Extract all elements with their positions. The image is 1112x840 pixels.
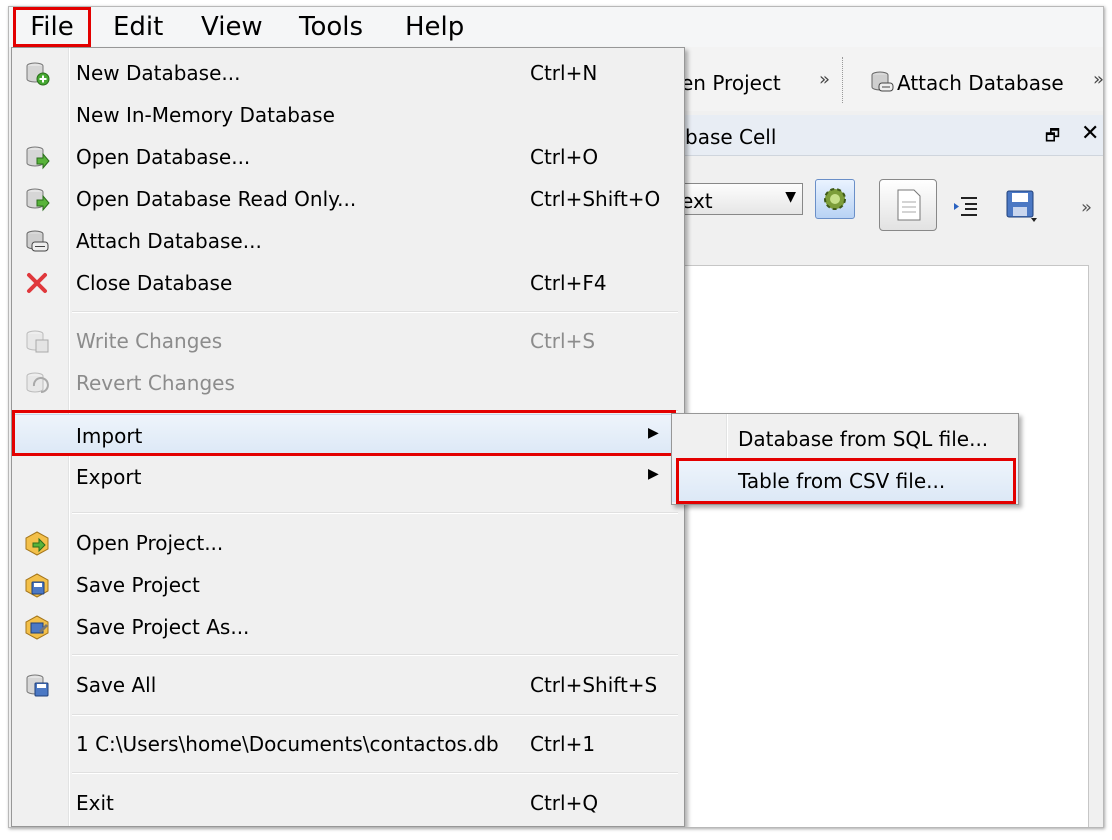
menu-item-label: Import (76, 424, 143, 448)
shortcut-label: Ctrl+Shift+S (530, 673, 658, 697)
menu-view[interactable]: View (201, 7, 263, 47)
menu-item-label: Save All (76, 673, 157, 697)
menubar: File Edit View Tools Help (9, 7, 1103, 47)
menu-separator (72, 311, 678, 313)
open-project-icon (25, 531, 49, 556)
toolbar-overflow-icon[interactable]: » (1093, 69, 1103, 90)
menu-tools[interactable]: Tools (299, 7, 363, 47)
main-toolbar: en Project » Attach Database » (669, 47, 1103, 112)
restore-panel-icon[interactable]: 🗗 (1045, 125, 1060, 152)
auto-switch-mode-button[interactable] (815, 179, 855, 219)
submenu-item-label: Database from SQL file... (738, 427, 989, 451)
file-menu: New Database... Ctrl+N New In-Memory Dat… (11, 47, 685, 827)
menu-item-save-project[interactable]: Save Project (12, 564, 684, 606)
menu-item-label: 1 C:\Users\home\Documents\contactos.db (76, 732, 499, 756)
import-submenu: Database from SQL file... Table from CSV… (671, 413, 1019, 505)
save-all-icon (26, 674, 49, 697)
mode-select[interactable]: ext ▼ (675, 183, 803, 215)
menu-separator (72, 512, 678, 514)
menu-item-label: Save Project As... (76, 615, 250, 639)
toolbar-separator (842, 57, 843, 103)
shortcut-label: Ctrl+Q (530, 791, 599, 815)
menu-item-label: New Database... (76, 61, 241, 85)
menu-item-save-project-as[interactable]: Save Project As... (12, 606, 684, 648)
menu-item-save-all[interactable]: Save All Ctrl+Shift+S (12, 664, 684, 706)
attach-database-icon (26, 230, 49, 252)
app-window: en Project » Attach Database » base Cell… (8, 6, 1104, 828)
menu-item-label: Attach Database... (76, 229, 262, 253)
menu-item-label: Close Database (76, 271, 233, 295)
shortcut-label: Ctrl+F4 (530, 271, 607, 295)
revert-changes-icon (26, 372, 49, 393)
submenu-arrow-icon: ▶ (648, 425, 659, 441)
open-database-icon (26, 146, 50, 170)
submenu-item-label: Table from CSV file... (738, 469, 946, 493)
submenu-item-table-from-csv[interactable]: Table from CSV file... (672, 460, 1018, 502)
menu-item-attach-database[interactable]: Attach Database... (12, 220, 684, 262)
word-wrap-button[interactable] (879, 179, 937, 231)
write-changes-icon (26, 330, 49, 353)
menu-item-close-database[interactable]: Close Database Ctrl+F4 (12, 262, 684, 304)
menu-item-import[interactable]: Import ▶ (12, 414, 684, 456)
menu-item-label: Open Database... (76, 145, 251, 169)
submenu-item-database-from-sql[interactable]: Database from SQL file... (672, 418, 1018, 460)
menu-edit[interactable]: Edit (113, 7, 163, 47)
toolbar-overflow-icon[interactable]: » (819, 69, 830, 90)
menu-item-new-in-memory-database[interactable]: New In-Memory Database (12, 94, 684, 136)
menu-item-open-database[interactable]: Open Database... Ctrl+O (12, 136, 684, 178)
chevron-down-icon: ▼ (785, 189, 796, 205)
menu-separator (72, 654, 678, 656)
menu-item-label: Save Project (76, 573, 200, 597)
shortcut-label: Ctrl+O (530, 145, 599, 169)
cell-editor[interactable] (679, 265, 1089, 827)
save-project-icon (25, 573, 49, 598)
close-panel-icon[interactable]: ✕ (1081, 121, 1099, 146)
menu-item-new-database[interactable]: New Database... Ctrl+N (12, 52, 684, 94)
gear-icon (824, 188, 846, 210)
toolbar-overflow-icon[interactable]: » (1081, 197, 1092, 218)
menu-item-label: Revert Changes (76, 371, 235, 395)
shortcut-label: Ctrl+Shift+O (530, 187, 661, 211)
menu-file[interactable]: File (13, 7, 91, 47)
menu-separator (72, 772, 678, 774)
save-icon[interactable] (1005, 189, 1039, 223)
attach-database-button[interactable]: Attach Database (897, 71, 1064, 95)
menu-item-label: Exit (76, 791, 114, 815)
menu-item-label: Export (76, 465, 142, 489)
menu-item-recent-file-1[interactable]: 1 C:\Users\home\Documents\contactos.db C… (12, 723, 684, 765)
shortcut-label: Ctrl+1 (530, 732, 596, 756)
shortcut-label: Ctrl+N (530, 61, 598, 85)
menu-item-label: New In-Memory Database (76, 103, 335, 127)
new-database-icon (26, 62, 50, 86)
submenu-arrow-icon: ▶ (648, 466, 659, 482)
menu-item-open-database-read-only[interactable]: Open Database Read Only... Ctrl+Shift+O (12, 178, 684, 220)
menu-item-export[interactable]: Export ▶ (12, 456, 684, 498)
menu-separator (72, 714, 678, 716)
shortcut-label: Ctrl+S (530, 329, 596, 353)
mode-select-value: ext (681, 189, 713, 213)
panel-header: base Cell 🗗 ✕ (669, 115, 1103, 156)
attach-database-icon (871, 71, 894, 92)
menu-item-label: Write Changes (76, 329, 223, 353)
menu-separator (72, 410, 678, 412)
menu-item-open-project[interactable]: Open Project... (12, 522, 684, 564)
document-icon (897, 189, 921, 221)
indent-icon[interactable] (953, 195, 979, 217)
panel-title: base Cell (685, 125, 777, 149)
menu-item-revert-changes[interactable]: Revert Changes (12, 362, 684, 404)
menu-item-exit[interactable]: Exit Ctrl+Q (12, 782, 684, 824)
menu-item-write-changes[interactable]: Write Changes Ctrl+S (12, 320, 684, 362)
menu-item-label: Open Project... (76, 531, 224, 555)
menu-item-label: Open Database Read Only... (76, 187, 357, 211)
open-database-read-only-icon (26, 188, 50, 212)
save-project-as-icon (25, 615, 49, 640)
open-project-button[interactable]: en Project (681, 71, 781, 95)
menu-help[interactable]: Help (405, 7, 464, 47)
close-icon (27, 273, 47, 293)
